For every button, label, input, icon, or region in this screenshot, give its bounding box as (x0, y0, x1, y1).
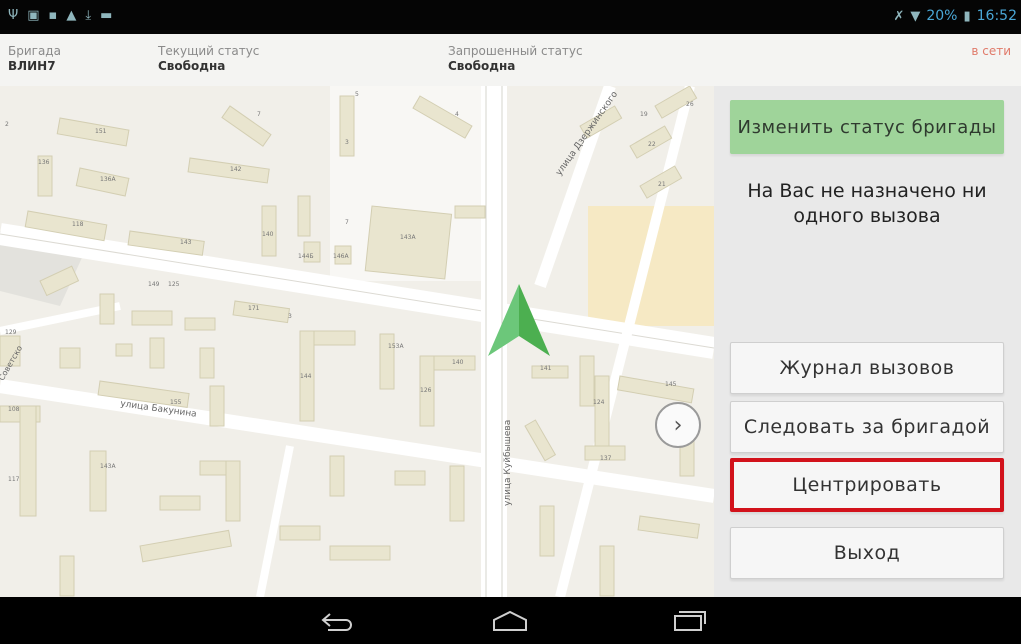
current-status-info: Текущий статус Свободна (158, 44, 259, 74)
house-number: 145 (665, 381, 677, 388)
house-number: 21 (658, 181, 666, 188)
house-number: 129 (5, 329, 17, 336)
notification-icons: Ψ ▣ ▪ ▲ ⤓ ▬ (8, 8, 112, 24)
house-number: 140 (262, 231, 274, 238)
system-nav-bar (0, 597, 1021, 644)
house-number: 143 (180, 239, 192, 246)
house-number: 117 (8, 476, 20, 483)
house-number: 142 (230, 166, 242, 173)
house-number: 149 (148, 281, 160, 288)
follow-brigade-button[interactable]: Следовать за бригадой (730, 401, 1004, 453)
house-number: 136 (38, 159, 50, 166)
current-status-label: Текущий статус (158, 44, 260, 58)
brigade-info-bar: Бригада ВЛИН7 Текущий статус Свободна За… (0, 34, 1021, 87)
house-number: 153А (388, 343, 404, 350)
house-number: 7 (345, 219, 349, 226)
house-number: 151 (95, 128, 107, 135)
chevron-right-icon: › (673, 412, 683, 438)
system-status-bar: Ψ ▣ ▪ ▲ ⤓ ▬ ✗ ▼ 20% ▮ 16:52 (0, 0, 1021, 34)
call-journal-button[interactable]: Журнал вызовов (730, 342, 1004, 394)
house-number: 22 (648, 141, 656, 148)
house-number: 4 (455, 111, 459, 118)
house-number: 108 (8, 406, 20, 413)
house-number: 3 (345, 139, 349, 146)
status-right: ✗ ▼ 20% ▮ 16:52 (893, 8, 1017, 24)
house-number: 19 (640, 111, 648, 118)
home-button[interactable] (487, 607, 533, 635)
back-button[interactable] (314, 607, 360, 635)
usb-icon: Ψ (8, 8, 19, 23)
house-number: 171 (248, 305, 260, 312)
house-number: 136А (100, 176, 116, 183)
wifi-icon: ▼ (910, 8, 921, 24)
map-view[interactable]: улица Бакунина улица Куйбышева улица Дзе… (0, 86, 714, 597)
center-button[interactable]: Центрировать (730, 458, 1004, 512)
control-panel: Изменить статус бригады На Вас не назнач… (714, 86, 1021, 597)
requested-status-info: Запрошенный статус Свободна (448, 44, 583, 74)
house-number: 126 (420, 387, 432, 394)
house-number: 3 (288, 313, 292, 320)
signal-off-icon: ✗ (893, 8, 905, 24)
back-icon (321, 613, 352, 631)
house-number: 2 (5, 121, 9, 128)
house-number: 144 (300, 373, 312, 380)
house-number: 146А (333, 253, 349, 260)
house-number: 144Б (298, 253, 314, 260)
requested-status-value: Свободна (448, 59, 516, 73)
battery-percent: 20% (926, 8, 958, 24)
brigade-label: Бригада (8, 44, 61, 58)
brigade-info: Бригада ВЛИН7 (8, 44, 61, 74)
notification-icon: ▪ (48, 8, 58, 23)
no-calls-message: На Вас не назначено ни одного вызова (747, 180, 987, 227)
street-label: улица Куйбышева (503, 420, 513, 506)
home-icon (493, 610, 527, 631)
warning-icon: ▲ (66, 8, 77, 23)
chat-icon: ▬ (100, 8, 113, 23)
house-number: 137 (600, 455, 612, 462)
exit-button[interactable]: Выход (730, 527, 1004, 579)
house-number: 141 (540, 365, 552, 372)
house-number: 143А (100, 463, 116, 470)
battery-icon: ▮ (963, 8, 971, 24)
house-number: 143А (400, 234, 416, 241)
house-number: 125 (168, 281, 180, 288)
screenshot-icon: ▣ (27, 8, 40, 23)
house-number: 7 (257, 111, 261, 118)
house-number: 124 (593, 399, 605, 406)
download-icon: ⤓ (85, 8, 92, 23)
recent-apps-icon (674, 611, 706, 631)
house-number: 140 (452, 359, 464, 366)
house-number: 155 (170, 399, 182, 406)
house-number: 118 (72, 221, 84, 228)
clock: 16:52 (976, 8, 1017, 24)
change-status-button[interactable]: Изменить статус бригады (730, 100, 1004, 154)
requested-status-label: Запрошенный статус (448, 44, 583, 58)
house-number: 5 (355, 91, 359, 98)
brigade-value: ВЛИН7 (8, 59, 56, 73)
current-status-value: Свободна (158, 59, 226, 73)
online-status: в сети (971, 44, 1011, 58)
open-panel-chevron-button[interactable]: › (655, 402, 701, 448)
map-canvas: улица Бакунина улица Куйбышева улица Дзе… (0, 86, 714, 597)
house-number: 26 (686, 101, 694, 108)
recent-apps-button[interactable] (666, 607, 712, 635)
